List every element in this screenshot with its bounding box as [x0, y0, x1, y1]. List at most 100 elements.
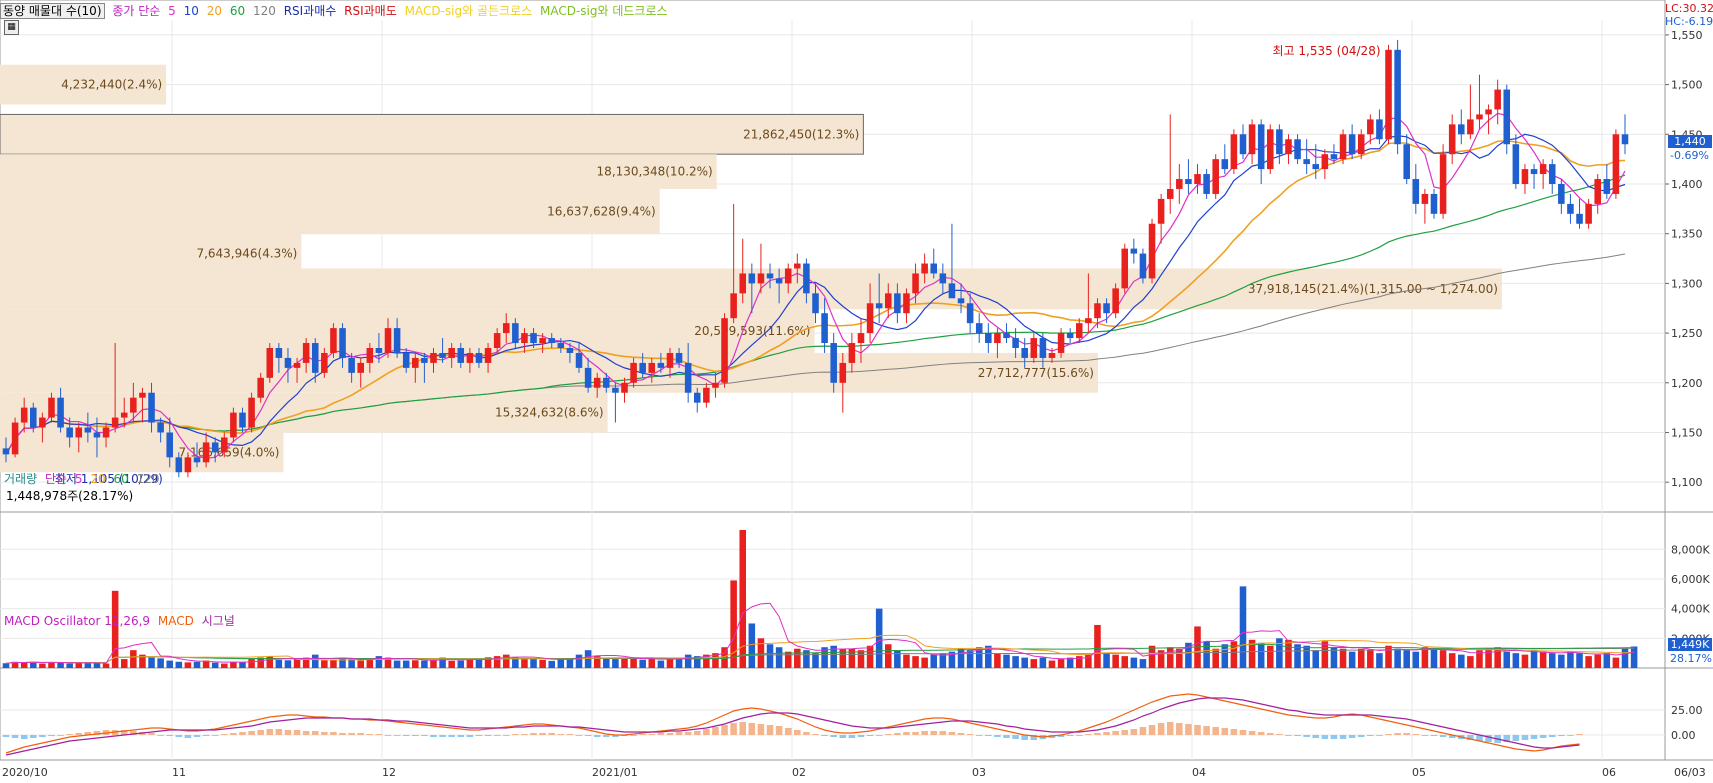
macd-osc-bar [1439, 735, 1447, 737]
candle-body [1085, 318, 1092, 324]
candle-body [1339, 134, 1347, 160]
volume-bar [39, 663, 46, 668]
candle-body [357, 362, 364, 373]
volume-profile-toggle[interactable]: 동양 매물대 수(10) [0, 3, 105, 19]
volume-bar [1621, 648, 1629, 668]
candle-body [1439, 154, 1447, 214]
macd-osc-bar [1194, 725, 1201, 735]
volume-bar [1048, 660, 1056, 668]
candle-body [293, 362, 301, 368]
candle-body [1367, 119, 1374, 135]
candle-body [84, 427, 92, 433]
ma120-label: 120 [252, 4, 276, 18]
volume-bar [1439, 650, 1447, 668]
candle-body [120, 412, 128, 418]
candle-body [1512, 144, 1520, 184]
candle-body [57, 397, 64, 428]
candle-body [975, 323, 983, 334]
volume-bar [1267, 645, 1274, 668]
stock-chart[interactable]: 1,1001,1501,2001,2501,3001,3501,4001,450… [0, 0, 1713, 783]
candle-body [484, 348, 492, 363]
macd-osc-bar [211, 735, 219, 736]
volume-bar [1094, 624, 1101, 668]
volume-bar [1112, 654, 1119, 668]
volume-bar [1212, 648, 1219, 668]
calculator-icon[interactable]: ▦ [4, 20, 19, 35]
macd-osc-bar [193, 735, 201, 737]
candle-body [1312, 164, 1320, 170]
macd-osc-bar [248, 731, 255, 735]
macd-osc-bar [375, 734, 383, 735]
macd-osc-bar [721, 725, 728, 735]
candle-body [985, 333, 992, 344]
volume-bar [757, 638, 765, 668]
price-tick-label: 1,350 [1671, 228, 1703, 241]
volume-bar [1585, 656, 1592, 668]
volume-bar [230, 661, 237, 668]
macd-osc-bar [730, 723, 737, 735]
price-tick-label: 1,550 [1671, 29, 1703, 42]
macd-osc-bar [1066, 735, 1074, 736]
candle-body [1476, 114, 1483, 120]
candle-body [648, 362, 656, 373]
volume-bar [548, 660, 556, 668]
macd-osc-bar [939, 731, 947, 735]
macd-osc-bar [330, 732, 337, 735]
volume-bar [730, 580, 737, 668]
volume-bar [903, 654, 910, 668]
candle-body [857, 333, 865, 344]
volume-bar [1530, 650, 1538, 668]
candle-body [448, 348, 455, 358]
volume-bar [157, 658, 164, 668]
candle-body [48, 397, 55, 418]
macd-osc-bar [866, 735, 874, 736]
volume-profile-label: 4,232,440(2.4%) [61, 78, 162, 92]
candle-body [675, 352, 683, 363]
volume-bar [612, 659, 619, 668]
macd-osc-bar [684, 732, 692, 735]
volume-bar [1257, 642, 1265, 668]
volume-label: 거래량 [4, 472, 38, 486]
volume-bar [1448, 653, 1456, 668]
macd-osc-bar [1075, 735, 1083, 736]
macd-osc-bar [985, 735, 992, 736]
macd-osc-bar [11, 735, 19, 738]
candle-body [803, 263, 810, 294]
macd-tick-label: 25.00 [1671, 704, 1703, 717]
candle-body [712, 382, 719, 388]
macd-golden-label: MACD-sig와 골든크로스 [404, 4, 533, 18]
current-volume-text: 1,448,978주(28.17%) [6, 489, 134, 503]
candle-body [1267, 129, 1274, 170]
macd-osc-bar [630, 735, 637, 736]
candle-body [1485, 109, 1492, 115]
volume-bar [1376, 653, 1383, 668]
candle-body [603, 377, 610, 388]
macd-osc-bar [766, 725, 774, 735]
macd-osc-bar [66, 734, 73, 735]
candle-body [666, 352, 674, 368]
volume-profile-label: 16,637,628(9.4%) [547, 204, 656, 218]
macd-osc-bar [894, 733, 901, 735]
macd-osc-bar [221, 734, 228, 735]
candle-body [639, 362, 646, 373]
macd-osc-bar [1112, 731, 1119, 735]
candle-body [1467, 119, 1474, 135]
candle-body [830, 343, 837, 383]
macd-osc-bar [1512, 735, 1520, 741]
candle-body [1048, 352, 1056, 358]
macd-osc-bar [566, 734, 574, 735]
volume-bar [1012, 656, 1019, 668]
macd-osc-bar [1212, 727, 1219, 735]
macd-osc-bar [1257, 732, 1265, 735]
volume-bar [57, 662, 64, 668]
volume-bar [866, 645, 874, 668]
candle-body [1594, 179, 1601, 204]
volume-bar [930, 654, 938, 668]
macd-osc-bar [2, 735, 10, 737]
macd-osc-bar [1357, 735, 1365, 737]
macd-osc-bar [812, 734, 819, 735]
candle-body [921, 263, 928, 274]
macd-osc-bar [1157, 723, 1165, 735]
volume-bar [211, 662, 219, 668]
date-label: 03 [972, 766, 986, 779]
